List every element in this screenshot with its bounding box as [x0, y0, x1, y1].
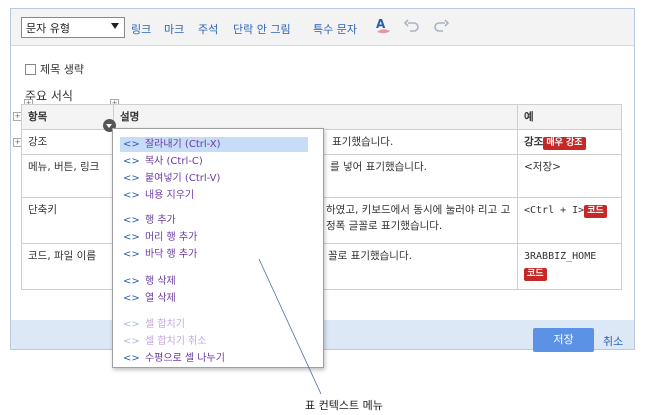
callout-line: [258, 258, 322, 395]
callout-label: 표 컨텍스트 메뉴: [305, 399, 383, 412]
